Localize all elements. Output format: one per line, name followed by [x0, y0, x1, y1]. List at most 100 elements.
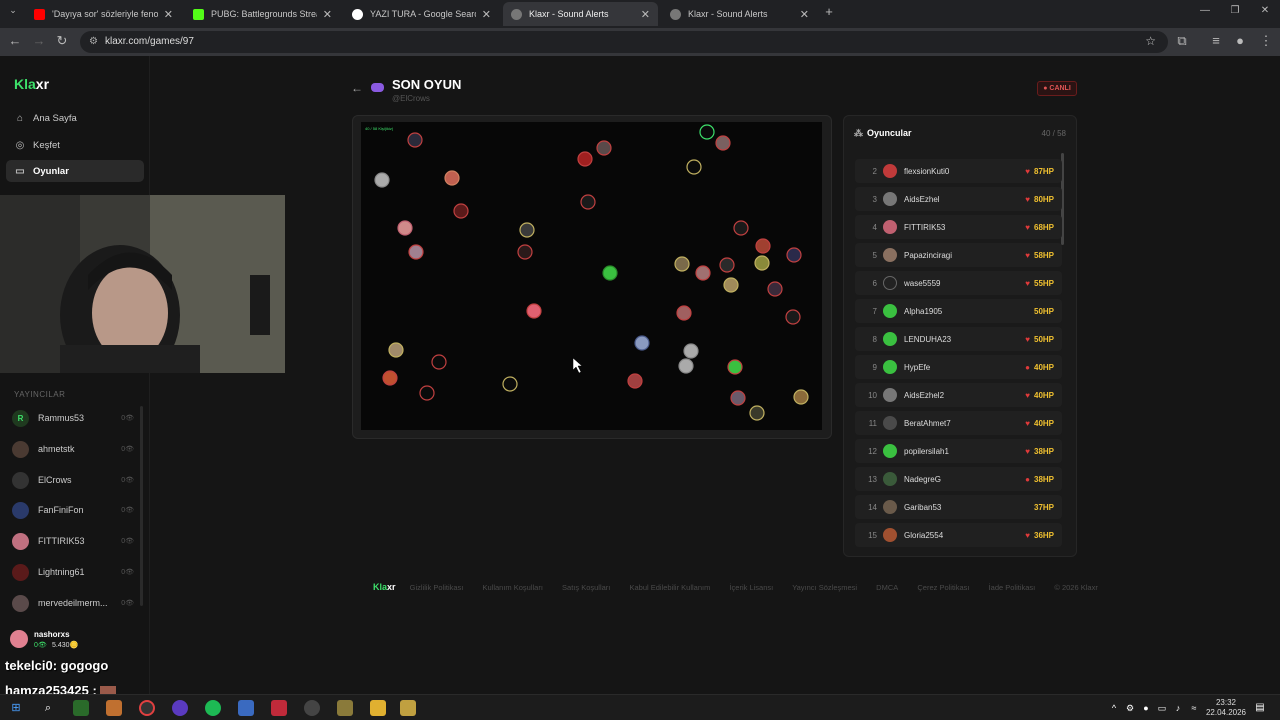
extensions-icon[interactable]: ⧉ — [1173, 33, 1191, 49]
tab-search-icon[interactable]: ⌄ — [4, 5, 22, 16]
game-arena[interactable]: 40 / 58 Kişi(ikiz) — [361, 122, 822, 430]
close-icon[interactable]: ✕ — [641, 8, 650, 21]
sidebar-item-home[interactable]: ⌂ Ana Sayfa — [6, 107, 144, 129]
back-arrow-icon[interactable]: ← — [351, 81, 363, 95]
streamer-item[interactable]: Lightning61 0👁 — [12, 562, 134, 582]
footer-link[interactable]: Satış Koşulları — [562, 583, 610, 592]
heart-icon: ♥ — [1025, 278, 1030, 288]
close-icon[interactable]: ✕ — [800, 8, 809, 21]
network-icon[interactable]: ▭ — [1154, 700, 1170, 716]
home-icon: ⌂ — [16, 112, 24, 124]
browser-tab-4[interactable]: Klaxr - Sound Alerts ✕ — [503, 2, 658, 26]
windows-start-icon[interactable]: ⊞ — [8, 700, 24, 716]
user-profile[interactable]: nashorxs 0👁 5.430🪙 — [0, 622, 150, 654]
new-tab-icon[interactable]: + — [820, 4, 838, 19]
footer-link[interactable]: DMCA — [876, 583, 898, 592]
app-icon[interactable] — [304, 700, 320, 716]
app-icon[interactable] — [337, 700, 353, 716]
wifi-icon[interactable]: ≈ — [1186, 700, 1202, 716]
streamers-heading: YAYINCILAR — [14, 390, 66, 399]
browser-tab-3[interactable]: YAZI TURA - Google Search ✕ — [344, 2, 499, 26]
heart-icon: ♥ — [1025, 166, 1030, 176]
tray-chevron-icon[interactable]: ^ — [1106, 700, 1122, 716]
sidebar-item-games[interactable]: ▭ Oyunlar — [6, 160, 144, 182]
streamer-item[interactable]: ahmetstk 0👁 — [12, 439, 134, 459]
players-panel: ⁂ Oyuncular 40 / 58 2 flexsionKuti0 ♥ 87HP 3… — [843, 115, 1077, 557]
compass-icon: ◎ — [15, 139, 25, 151]
forward-icon[interactable]: → — [30, 33, 48, 48]
player-row[interactable]: 2 flexsionKuti0 ♥ 87HP — [855, 159, 1062, 183]
reload-icon[interactable]: ↻ — [53, 33, 71, 49]
restore-icon[interactable]: ❐ — [1226, 5, 1244, 16]
close-icon[interactable]: ✕ — [482, 8, 491, 21]
footer-link[interactable]: İçerik Lisansı — [729, 583, 773, 592]
footer-link[interactable]: Kullanım Koşulları — [482, 583, 542, 592]
site-info-icon[interactable]: ⚙ — [89, 36, 98, 47]
tray-icon[interactable]: ⚙ — [1122, 700, 1138, 716]
microphone-icon[interactable]: ● — [1138, 700, 1154, 716]
bookmark-star-icon[interactable]: ☆ — [1145, 34, 1156, 48]
player-row[interactable]: 12 popilersilah1 ♥ 38HP — [855, 439, 1062, 463]
player-row[interactable]: 3 AidsEzhel ♥ 80HP — [855, 187, 1062, 211]
logo[interactable]: Klaxr — [14, 76, 49, 92]
spotify-icon[interactable] — [205, 700, 221, 716]
app-icon[interactable] — [73, 700, 89, 716]
streamer-item[interactable]: FITTIRIK53 0👁 — [12, 531, 134, 551]
avatar — [12, 440, 29, 458]
player-row[interactable]: 6 wase5559 ♥ 55HP — [855, 271, 1062, 295]
app-icon[interactable] — [400, 700, 416, 716]
close-icon[interactable]: ✕ — [164, 8, 173, 21]
footer-logo[interactable]: Klaxr — [373, 582, 396, 592]
minimize-icon[interactable]: — — [1196, 5, 1214, 16]
player-row[interactable]: 11 BeratAhmet7 ♥ 40HP — [855, 411, 1062, 435]
streamer-item[interactable]: FanFiniFon 0👁 — [12, 500, 134, 520]
clock[interactable]: 23:32 22.04.2026 — [1206, 698, 1246, 718]
avatar — [883, 304, 897, 318]
player-row[interactable]: 7 Alpha1905 50HP — [855, 299, 1062, 323]
gamepad-icon: ▭ — [15, 165, 25, 177]
heart-icon: ● — [1025, 362, 1030, 372]
speaker-icon[interactable]: ♪ — [1170, 700, 1186, 716]
streamer-item[interactable]: mervedeilmerm... 0👁 — [12, 593, 134, 613]
footer-link[interactable]: Gizlilik Politikası — [410, 583, 464, 592]
player-row[interactable]: 14 Gariban53 37HP — [855, 495, 1062, 519]
player-row[interactable]: 5 Papazinciragi ♥ 58HP — [855, 243, 1062, 267]
footer-link[interactable]: Kabul Edilebilir Kullanım — [629, 583, 710, 592]
profile-icon[interactable]: ● — [1231, 33, 1249, 48]
menu-icon[interactable]: ⋮ — [1257, 33, 1275, 49]
app-icon[interactable] — [271, 700, 287, 716]
footer-link[interactable]: İade Politikası — [989, 583, 1036, 592]
globe-icon — [511, 8, 522, 20]
back-icon[interactable]: ← — [6, 33, 24, 48]
app-icon[interactable] — [106, 700, 122, 716]
browser-tab-2[interactable]: PUBG: Battlegrounds Streaming ✕ — [185, 2, 340, 26]
player-row[interactable]: 10 AidsEzhel2 ♥ 40HP — [855, 383, 1062, 407]
avatar — [883, 164, 897, 178]
media-icon[interactable]: ≡ — [1207, 33, 1225, 48]
player-row[interactable]: 4 FITTIRIK53 ♥ 68HP — [855, 215, 1062, 239]
app-icon[interactable] — [238, 700, 254, 716]
notification-icon[interactable]: ▤ — [1252, 700, 1268, 716]
search-icon[interactable]: ⌕ — [40, 700, 56, 716]
streamer-item[interactable]: ElCrows 0👁 — [12, 470, 134, 490]
close-icon[interactable]: ✕ — [323, 8, 332, 21]
sidebar-scrollbar[interactable] — [140, 406, 143, 606]
gamepad-icon — [371, 83, 384, 92]
player-row[interactable]: 13 NadegreG ● 38HP — [855, 467, 1062, 491]
heart-icon: ♥ — [1025, 530, 1030, 540]
file-explorer-icon[interactable] — [370, 700, 386, 716]
browser-tab-5[interactable]: Klaxr - Sound Alerts ✕ — [662, 2, 817, 26]
footer-link[interactable]: Çerez Politikası — [917, 583, 969, 592]
url-field[interactable]: ⚙ klaxr.com/games/97 ☆ — [80, 31, 1168, 53]
browser-tab-1[interactable]: 'Dayıya sor' sözleriyle fenomen ✕ — [26, 2, 181, 26]
chrome-icon[interactable] — [139, 700, 155, 716]
streamer-item[interactable]: R Rammus53 0👁 — [12, 408, 134, 428]
player-row[interactable]: 15 Gloria2554 ♥ 36HP — [855, 523, 1062, 547]
player-row[interactable]: 8 LENDUHA23 ♥ 50HP — [855, 327, 1062, 351]
window-close-icon[interactable]: ✕ — [1256, 5, 1274, 16]
users-icon: ⁂ — [854, 128, 863, 138]
footer-link[interactable]: Yayıncı Sözleşmesi — [792, 583, 857, 592]
player-row[interactable]: 9 HypEfe ● 40HP — [855, 355, 1062, 379]
sidebar-item-explore[interactable]: ◎ Keşfet — [6, 134, 144, 156]
discord-icon[interactable] — [172, 700, 188, 716]
